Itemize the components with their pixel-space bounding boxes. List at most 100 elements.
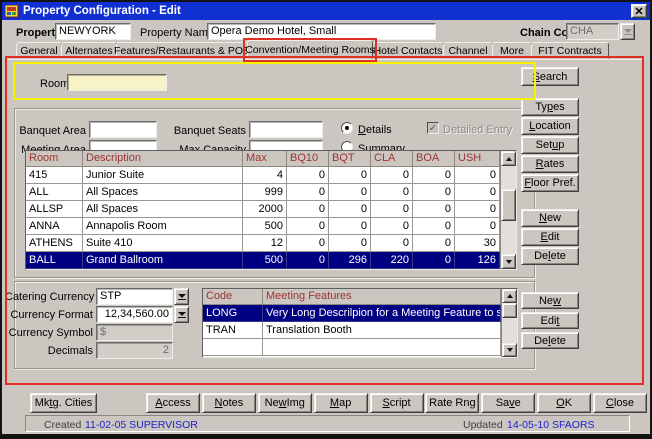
tab-fit-contracts[interactable]: FIT Contracts bbox=[531, 42, 609, 59]
updated-value: 14-05-10 SFAORS bbox=[507, 418, 595, 432]
edit-room-button[interactable]: Edit bbox=[521, 228, 579, 246]
notes-button[interactable]: Notes bbox=[202, 393, 256, 413]
feature-row[interactable] bbox=[203, 339, 517, 356]
cell-bq10: 0 bbox=[287, 252, 329, 269]
meeting-features-scrollbar[interactable] bbox=[501, 289, 517, 357]
details-radio[interactable] bbox=[341, 122, 353, 134]
rate-rng-button[interactable]: Rate Rng bbox=[425, 393, 479, 413]
edit-feature-button[interactable]: Edit bbox=[521, 312, 579, 329]
cell-boa: 0 bbox=[413, 167, 455, 184]
tab-channel[interactable]: Channel bbox=[443, 42, 493, 59]
column-header-description: Description bbox=[83, 151, 243, 167]
catering-currency-dropdown-icon[interactable] bbox=[174, 288, 189, 305]
banquet-seats-input[interactable] bbox=[249, 121, 323, 138]
save-button[interactable]: Save bbox=[481, 393, 535, 413]
new-img-button[interactable]: New Img bbox=[258, 393, 312, 413]
room-label: Room bbox=[40, 77, 69, 91]
property-configuration-window: Property Configuration - Edit ✕ Property… bbox=[0, 0, 652, 439]
delete-feature-button[interactable]: Delete bbox=[521, 332, 579, 349]
room-input[interactable] bbox=[67, 74, 167, 91]
ok-button[interactable]: OK bbox=[537, 393, 591, 413]
cell-room: 415 bbox=[26, 167, 83, 184]
detailed-entry-label: Detailed Entry bbox=[443, 123, 512, 137]
cell-room: BALL bbox=[26, 252, 83, 269]
cell-bq10: 0 bbox=[287, 167, 329, 184]
cell-feature: Very Long Descrilpion for a Meeting Feat… bbox=[263, 305, 501, 322]
tab-general[interactable]: General bbox=[16, 42, 62, 59]
tab-more[interactable]: More bbox=[492, 42, 532, 59]
map-button[interactable]: Map bbox=[314, 393, 368, 413]
table-row[interactable]: ALLSP All Spaces 2000 0 0 0 0 0 bbox=[26, 201, 516, 218]
delete-room-button[interactable]: Delete bbox=[521, 247, 579, 265]
table-row[interactable]: ATHENS Suite 410 12 0 0 0 0 30 bbox=[26, 235, 516, 252]
close-window-button[interactable]: Close bbox=[593, 393, 647, 413]
setup-button[interactable]: Setup bbox=[521, 136, 579, 154]
tab-hotel-contacts[interactable]: Hotel Contacts bbox=[372, 42, 444, 59]
scroll-up-icon[interactable] bbox=[502, 289, 517, 303]
cell-cla: 0 bbox=[371, 167, 413, 184]
table-row[interactable]: ALL All Spaces 999 0 0 0 0 0 bbox=[26, 184, 516, 201]
close-button[interactable]: ✕ bbox=[631, 4, 647, 18]
cell-bq10: 0 bbox=[287, 184, 329, 201]
cell-max: 500 bbox=[243, 218, 287, 235]
scroll-down-icon[interactable] bbox=[502, 343, 517, 357]
access-button[interactable]: Access bbox=[146, 393, 200, 413]
script-button[interactable]: Script bbox=[370, 393, 424, 413]
cell-ush: 0 bbox=[455, 184, 500, 201]
new-room-button[interactable]: New bbox=[521, 209, 579, 227]
new-feature-button[interactable]: New bbox=[521, 292, 579, 309]
search-button[interactable]: Search bbox=[521, 67, 579, 86]
location-button[interactable]: Location bbox=[521, 117, 579, 135]
catering-currency-input[interactable]: STP bbox=[96, 288, 173, 305]
room-table: Room Description Max BQ10 BQT CLA BOA US… bbox=[25, 150, 517, 270]
tab-convention-meeting-rooms[interactable]: Convention/Meeting Rooms bbox=[247, 40, 373, 59]
cell-bqt: 0 bbox=[329, 167, 371, 184]
cell-max: 4 bbox=[243, 167, 287, 184]
chain-code-dropdown-icon bbox=[620, 23, 635, 40]
room-table-scrollbar[interactable] bbox=[500, 151, 516, 269]
tab-alternates[interactable]: Alternates bbox=[61, 42, 117, 59]
property-name-input[interactable]: Opera Demo Hotel, Small bbox=[207, 23, 436, 40]
cell-max: 500 bbox=[243, 252, 287, 269]
table-row[interactable]: ANNA Annapolis Room 500 0 0 0 0 0 bbox=[26, 218, 516, 235]
types-button[interactable]: Types bbox=[521, 98, 579, 116]
cell-boa: 0 bbox=[413, 235, 455, 252]
currency-format-input[interactable]: 12,34,560.00 bbox=[96, 306, 173, 323]
cell-max: 2000 bbox=[243, 201, 287, 218]
floor-pref-button[interactable]: Floor Pref. bbox=[521, 174, 579, 192]
feature-row[interactable]: TRAN Translation Booth bbox=[203, 322, 517, 339]
mktg-cities-button[interactable]: Mktg. Cities bbox=[30, 393, 97, 413]
tab-features-restaurants-pos[interactable]: Features/Restaurants & POS bbox=[116, 42, 248, 59]
tab-strip-baseline bbox=[8, 59, 644, 60]
cell-ush: 30 bbox=[455, 235, 500, 252]
feature-row-selected[interactable]: LONG Very Long Descrilpion for a Meeting… bbox=[203, 305, 517, 322]
cell-description: Junior Suite bbox=[83, 167, 243, 184]
table-row-selected[interactable]: BALL Grand Ballroom 500 0 296 220 0 126 bbox=[26, 252, 516, 269]
chain-code-input: CHA bbox=[566, 23, 619, 40]
close-icon: ✕ bbox=[634, 5, 643, 18]
scroll-down-icon[interactable] bbox=[501, 254, 516, 269]
cell-max: 12 bbox=[243, 235, 287, 252]
cell-bqt: 0 bbox=[329, 218, 371, 235]
detailed-entry-checkbox: ✓ bbox=[427, 122, 439, 134]
scrollbar-thumb[interactable] bbox=[501, 189, 516, 221]
cell-boa: 0 bbox=[413, 218, 455, 235]
app-icon bbox=[5, 5, 19, 18]
cell-room: ANNA bbox=[26, 218, 83, 235]
property-input[interactable]: NEWYORK bbox=[55, 23, 131, 40]
currency-format-dropdown-icon[interactable] bbox=[174, 306, 189, 323]
scrollbar-thumb[interactable] bbox=[502, 303, 517, 318]
cell-bqt: 0 bbox=[329, 201, 371, 218]
table-row[interactable]: 415 Junior Suite 4 0 0 0 0 0 bbox=[26, 167, 516, 184]
property-name-label: Property Name bbox=[140, 26, 214, 40]
cell-cla: 220 bbox=[371, 252, 413, 269]
banquet-seats-label: Banquet Seats bbox=[168, 124, 246, 138]
scroll-up-icon[interactable] bbox=[501, 151, 516, 166]
currency-format-label: Currency Format bbox=[5, 308, 93, 322]
cell-code: TRAN bbox=[203, 322, 263, 339]
banquet-area-input[interactable] bbox=[89, 121, 157, 138]
cell-description: All Spaces bbox=[83, 184, 243, 201]
column-header-bq10: BQ10 bbox=[287, 151, 329, 167]
details-radio-label[interactable]: Details bbox=[358, 123, 392, 137]
rates-button[interactable]: Rates bbox=[521, 155, 579, 173]
